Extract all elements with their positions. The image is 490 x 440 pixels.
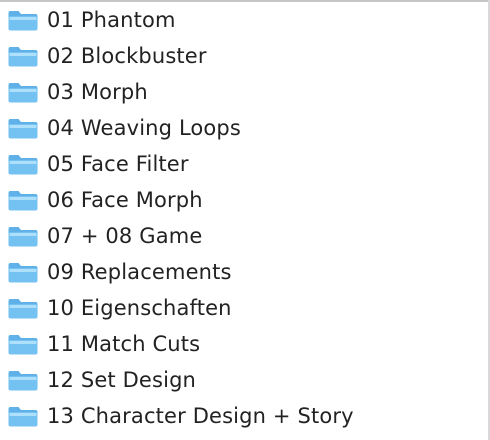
folder-icon — [8, 407, 38, 427]
folder-row-05-face-filter[interactable]: 05 Face Filter — [0, 146, 488, 182]
folder-label: 10 Eigenschaften — [47, 296, 232, 320]
folder-icon — [8, 263, 38, 283]
folder-icon — [8, 11, 38, 31]
folder-row-09-replacements[interactable]: 09 Replacements — [0, 254, 488, 290]
folder-label: 05 Face Filter — [47, 152, 189, 176]
folder-row-03-morph[interactable]: 03 Morph — [0, 74, 488, 110]
folder-row-01-phantom[interactable]: 01 Phantom — [0, 2, 488, 38]
folder-icon — [8, 227, 38, 247]
folder-icon — [8, 119, 38, 139]
folder-label: 09 Replacements — [47, 260, 232, 284]
folder-row-04-weaving-loops[interactable]: 04 Weaving Loops — [0, 110, 488, 146]
folder-label: 04 Weaving Loops — [47, 116, 241, 140]
folder-row-07-08-game[interactable]: 07 + 08 Game — [0, 218, 488, 254]
folder-list: 01 Phantom 02 Blockbuster 03 Morph 04 We… — [0, 2, 488, 434]
folder-label: 03 Morph — [47, 80, 148, 104]
folder-label: 13 Character Design + Story — [47, 404, 354, 428]
folder-row-12-set-design[interactable]: 12 Set Design — [0, 362, 488, 398]
folder-label: 01 Phantom — [47, 8, 176, 32]
folder-label: 11 Match Cuts — [47, 332, 201, 356]
folder-row-02-blockbuster[interactable]: 02 Blockbuster — [0, 38, 488, 74]
folder-label: 06 Face Morph — [47, 188, 203, 212]
folder-icon — [8, 335, 38, 355]
folder-icon — [8, 155, 38, 175]
folder-icon — [8, 191, 38, 211]
folder-icon — [8, 299, 38, 319]
folder-icon — [8, 47, 38, 67]
folder-label: 07 + 08 Game — [47, 224, 203, 248]
folder-row-06-face-morph[interactable]: 06 Face Morph — [0, 182, 488, 218]
folder-label: 12 Set Design — [47, 368, 197, 392]
folder-label: 02 Blockbuster — [47, 44, 207, 68]
folder-row-10-eigenschaften[interactable]: 10 Eigenschaften — [0, 290, 488, 326]
folder-icon — [8, 371, 38, 391]
folder-row-13-character-design-story[interactable]: 13 Character Design + Story — [0, 398, 488, 434]
folder-row-11-match-cuts[interactable]: 11 Match Cuts — [0, 326, 488, 362]
folder-icon — [8, 83, 38, 103]
